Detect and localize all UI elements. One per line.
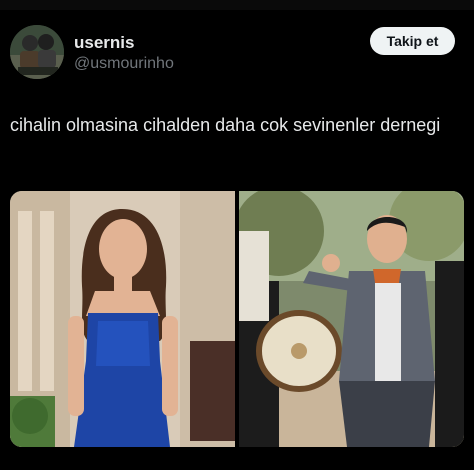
avatar-image <box>10 25 64 79</box>
media-grid <box>10 191 464 447</box>
avatar[interactable] <box>10 25 64 79</box>
photo-left[interactable] <box>10 191 235 447</box>
top-bar <box>0 0 474 10</box>
display-name[interactable]: usernis <box>74 33 134 53</box>
woman-blue-dress-image <box>10 191 235 447</box>
tweet-text: cihalin olmasina cihalden daha cok sevin… <box>10 115 441 135</box>
follow-button[interactable]: Takip et <box>370 27 455 55</box>
photo-right[interactable] <box>239 191 464 447</box>
user-handle[interactable]: @usmourinho <box>74 55 174 73</box>
man-celebrating-image <box>239 191 464 447</box>
